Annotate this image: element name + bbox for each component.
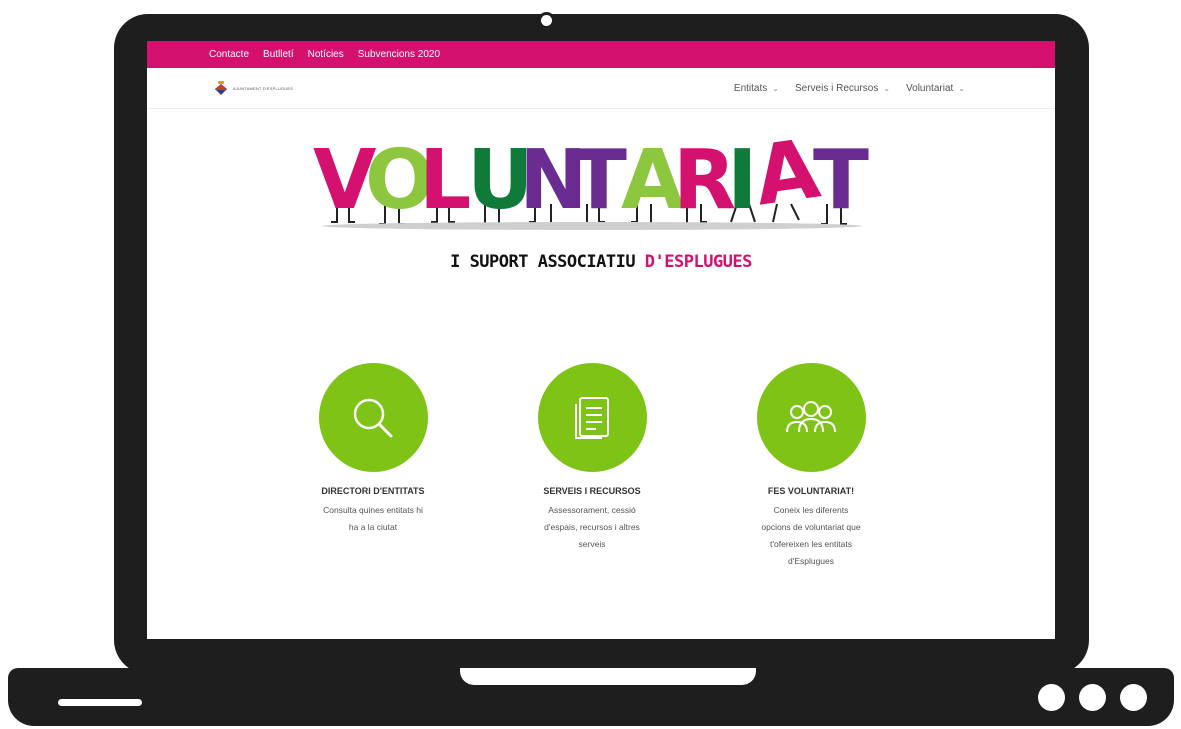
hero-banner: V O L U N T A R I A T I SUPORT ASSOCIATI… <box>147 123 1055 293</box>
feature-description: Coneix les diferents opcions de voluntar… <box>761 505 861 566</box>
feature-directori: DIRECTORI D'ENTITATS Consulta quines ent… <box>303 363 443 536</box>
feature-title: DIRECTORI D'ENTITATS <box>321 486 425 496</box>
laptop-notch <box>460 668 756 685</box>
topbar-link-subvencions[interactable]: Subvencions 2020 <box>358 49 440 60</box>
camera-icon <box>538 12 555 29</box>
topbar-link-contacte[interactable]: Contacte <box>209 49 249 60</box>
subtitle-text: I SUPORT ASSOCIATIU <box>450 252 645 272</box>
logo-text: AJUNTAMENT D'ESPLUGUES <box>233 85 294 91</box>
menu-item-label: Serveis i Recursos <box>794 82 879 94</box>
indicator-dot-icon <box>1038 684 1065 711</box>
indicator-dot-icon <box>1079 684 1106 711</box>
hero-subtitle: I SUPORT ASSOCIATIU D'ESPLUGUES <box>147 252 1055 272</box>
coat-of-arms-icon <box>215 81 227 95</box>
menu-item-label: Entitats <box>733 82 768 94</box>
serveis-button[interactable] <box>537 363 647 472</box>
feature-serveis: SERVEIS I RECURSOS Assessorament, cessió… <box>522 363 662 553</box>
chevron-down-icon: ⌄ <box>772 83 779 93</box>
site-logo[interactable]: AJUNTAMENT D'ESPLUGUES <box>215 81 293 95</box>
people-icon <box>786 400 836 432</box>
feature-description: Assessorament, cessió d'espais, recursos… <box>544 505 640 549</box>
menu-item-label: Voluntariat <box>906 82 954 94</box>
menu-item-serveis[interactable]: Serveis i Recursos ⌄ <box>795 83 890 94</box>
feature-description: Consulta quines entitats hi ha a la ciut… <box>323 505 423 532</box>
directori-button[interactable] <box>318 363 428 472</box>
feature-title: FES VOLUNTARIAT! <box>767 486 855 496</box>
main-menu: Entitats ⌄ Serveis i Recursos ⌄ Voluntar… <box>718 83 965 94</box>
subtitle-highlight: D'ESPLUGUES <box>644 252 753 272</box>
voluntariat-letters-icon: V O L U N T A R I A T <box>313 132 869 230</box>
chevron-down-icon: ⌄ <box>958 83 965 93</box>
svg-text:L: L <box>419 133 471 228</box>
topbar-link-butlleti[interactable]: Butlletí <box>263 49 294 60</box>
chevron-down-icon: ⌄ <box>883 83 891 93</box>
feature-title: SERVEIS I RECURSOS <box>543 486 641 496</box>
document-icon <box>575 396 609 439</box>
laptop-base <box>8 668 1174 726</box>
voluntariat-wordmark: V O L U N T A R I A T <box>307 132 877 230</box>
feature-voluntariat: FES VOLUNTARIAT! Coneix les diferents op… <box>741 363 881 570</box>
voluntariat-button[interactable] <box>756 363 866 472</box>
laptop-slot <box>58 699 142 706</box>
topbar-link-noticies[interactable]: Notícies <box>308 49 344 60</box>
menu-item-voluntariat[interactable]: Voluntariat ⌄ <box>906 83 965 94</box>
top-bar: Contacte Butlletí Notícies Subvencions 2… <box>147 41 1055 68</box>
svg-text:T: T <box>571 133 627 228</box>
search-icon <box>353 398 393 437</box>
main-navbar: AJUNTAMENT D'ESPLUGUES Entitats ⌄ Servei… <box>147 68 1055 109</box>
menu-item-entitats[interactable]: Entitats ⌄ <box>734 83 779 94</box>
svg-text:T: T <box>813 133 869 228</box>
browser-viewport: Contacte Butlletí Notícies Subvencions 2… <box>147 41 1055 639</box>
indicator-dot-icon <box>1120 684 1147 711</box>
